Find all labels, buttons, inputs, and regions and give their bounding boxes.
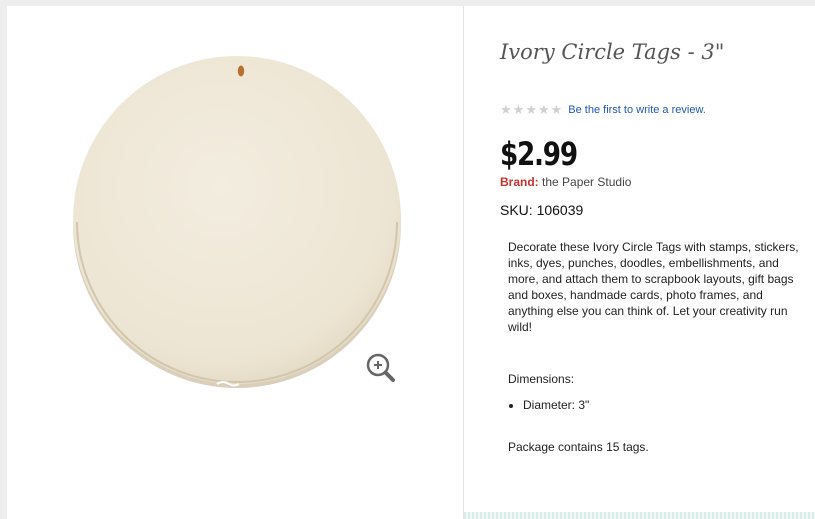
- package-contents: Package contains 15 tags.: [508, 440, 649, 454]
- sku-value: 106039: [536, 202, 584, 218]
- star-icon: ★: [500, 102, 512, 117]
- star-rating[interactable]: ★ ★ ★ ★ ★: [500, 103, 562, 116]
- product-image[interactable]: [67, 50, 407, 395]
- dimensions-list: Diameter: 3": [508, 398, 589, 412]
- product-image-pane: [7, 6, 463, 519]
- rating-row: ★ ★ ★ ★ ★ Be the first to write a review…: [500, 103, 706, 116]
- star-icon: ★: [525, 102, 537, 117]
- product-description: Decorate these Ivory Circle Tags with st…: [508, 240, 799, 334]
- dimensions-label: Dimensions:: [508, 372, 575, 386]
- star-icon: ★: [550, 102, 563, 117]
- star-icon: ★: [512, 102, 525, 117]
- sku-label: SKU:: [500, 202, 533, 218]
- bottom-pattern-strip: [464, 512, 815, 519]
- sku-row: SKU: 106039: [500, 202, 583, 218]
- product-info-pane: Ivory Circle Tags - 3" ★ ★ ★ ★ ★ Be the …: [464, 6, 815, 519]
- star-icon: ★: [537, 102, 550, 117]
- brand-row: Brand: the Paper Studio: [500, 175, 631, 189]
- write-review-link[interactable]: Be the first to write a review.: [568, 104, 706, 116]
- brand-value: the Paper Studio: [542, 175, 632, 189]
- product-price: $2.99: [500, 135, 578, 173]
- zoom-in-icon[interactable]: [365, 352, 397, 384]
- product-title: Ivory Circle Tags - 3": [500, 40, 725, 64]
- brand-label: Brand:: [500, 175, 539, 189]
- dimension-item: Diameter: 3": [523, 398, 589, 412]
